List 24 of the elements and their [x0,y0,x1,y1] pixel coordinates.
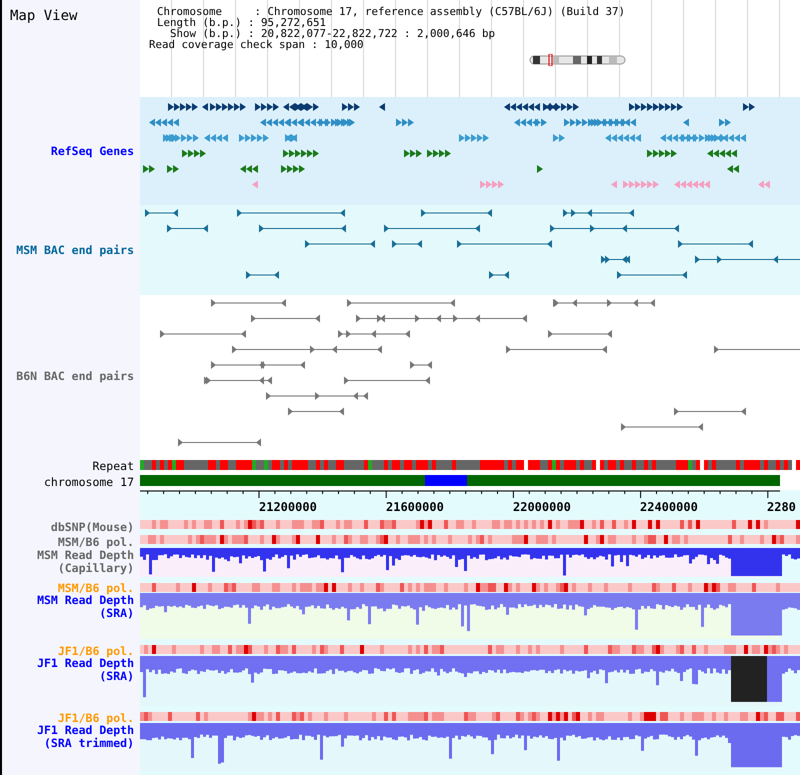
info-line: Show (b.p.) : 20,822,077-22,822,722 : 2,000,646 bp [170,28,496,39]
track-label: JF1 Read Depth (SRA) [36,657,134,683]
axis-label: 22400000 [640,500,698,514]
track-label: MSM/B6 pol. [58,536,134,548]
track-label: Repeat [92,460,134,473]
info-line: Chromosome : Chromosome 17, reference assembly (C57BL/6J) (Build 37) [156,6,626,17]
axis-label: 21200000 [259,500,317,514]
track-label: MSM BAC end pairs [16,244,134,256]
track-label: MSM/B6 pol. [58,582,134,594]
page-title: Map View [10,8,78,24]
axis-label: 22000000 [513,500,571,514]
track-label: RefSeq Genes [50,144,134,158]
track-label: MSM Read Depth (Capillary) [36,549,134,575]
track-label: B6N BAC end pairs [16,370,134,383]
axis-label: 2280 [767,500,796,514]
track-label: MSM Read Depth (SRA) [36,594,134,620]
track-label: JF1/B6 pol. [58,644,134,656]
info-line: Length (b.p.) : 95,272,651 [156,17,328,28]
info-line: Read coverage check span : 10,000 [149,39,364,50]
track-label: JF1 Read Depth (SRA trimmed) [36,724,134,750]
track-label: JF1/B6 pol. [58,712,134,724]
track-label: chromosome 17 [44,476,134,489]
track-label: dbSNP(Mouse) [50,520,134,532]
axis-label: 21600000 [386,500,444,514]
